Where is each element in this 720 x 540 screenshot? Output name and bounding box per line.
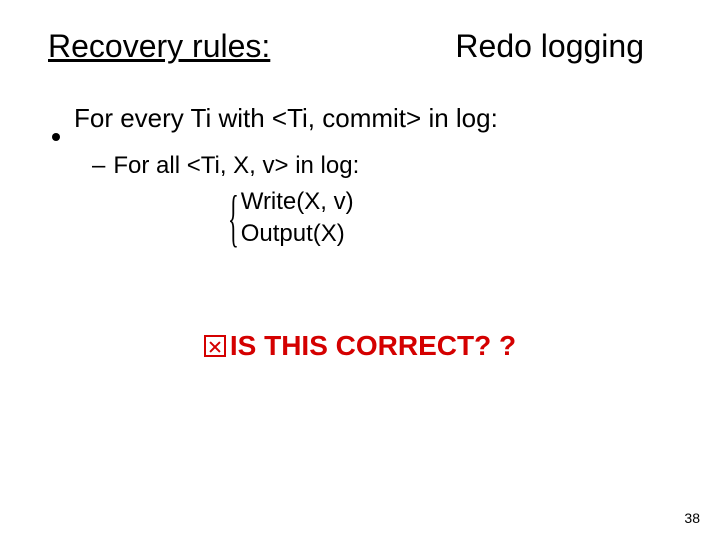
dash-icon: – <box>92 152 105 180</box>
left-brace-icon: { <box>228 186 239 250</box>
brace-line-2: Output(X) <box>241 218 354 250</box>
bullet-level-1: For every Ti with <Ti, commit> in log: <box>52 103 672 134</box>
slide: Recovery rules: Redo logging For every T… <box>0 0 720 540</box>
x-box-icon <box>204 335 226 357</box>
subbullet-text: For all <Ti, X, v> in log: <box>113 152 359 180</box>
brace-block: { Write(X, v) Output(X) <box>208 186 672 250</box>
bullet-dot-icon <box>52 133 60 141</box>
brace-line-1: Write(X, v) <box>241 186 354 218</box>
title-right: Redo logging <box>455 28 644 65</box>
page-number: 38 <box>684 510 700 526</box>
title-left: Recovery rules: <box>48 28 270 65</box>
brace-lines: Write(X, v) Output(X) <box>241 186 354 250</box>
bullet-level-2: – For all <Ti, X, v> in log: <box>92 152 672 180</box>
question-text: IS THIS CORRECT? ? <box>230 330 516 361</box>
question-row: IS THIS CORRECT? ? <box>48 330 672 362</box>
bullet-text: For every Ti with <Ti, commit> in log: <box>74 103 498 134</box>
slide-header: Recovery rules: Redo logging <box>48 28 672 65</box>
